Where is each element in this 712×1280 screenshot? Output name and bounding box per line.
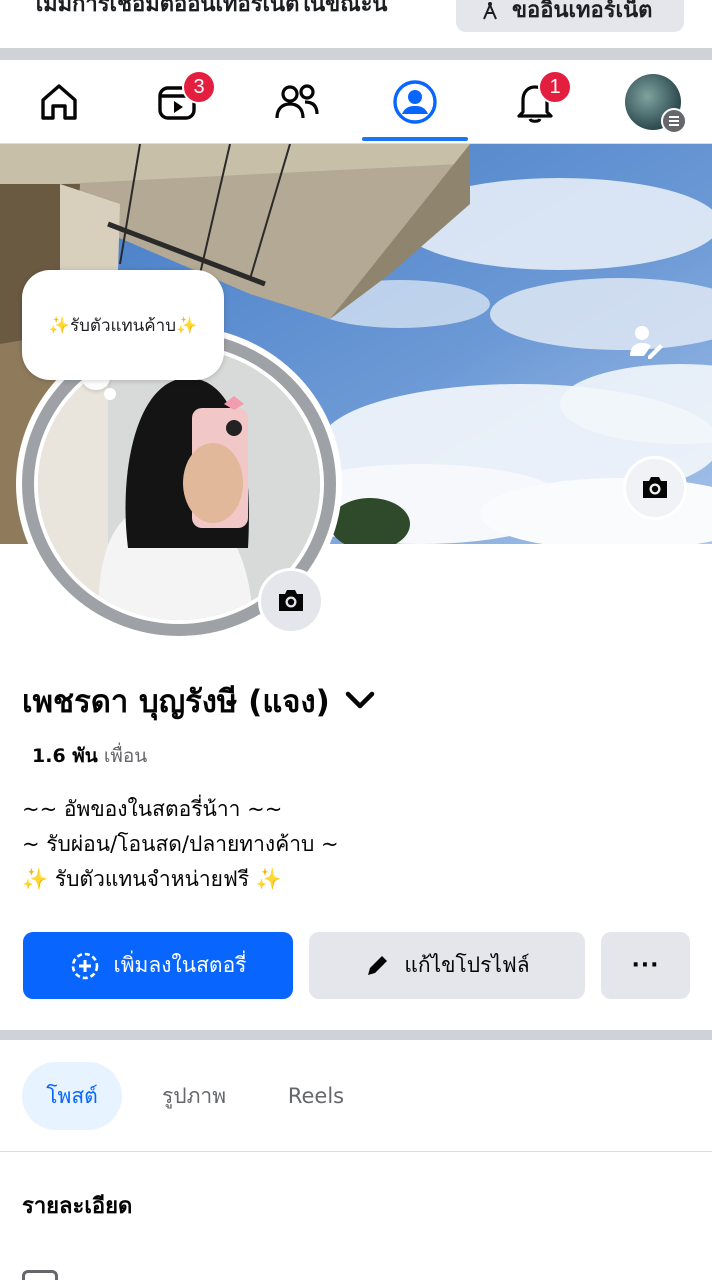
tab-posts[interactable]: โพสต์ (22, 1062, 122, 1130)
add-to-story-label: เพิ่มลงในสตอรี่ (113, 953, 247, 977)
more-dots-icon: ··· (631, 953, 660, 978)
camera-icon (643, 477, 667, 498)
tabs-divider (0, 1151, 712, 1152)
video-badge: 3 (182, 70, 216, 104)
notification-badge: 1 (538, 70, 572, 104)
friends-icon (275, 84, 319, 119)
nav-friends[interactable] (244, 60, 350, 144)
profile-name: เพชรดา บุญรังษี (แจง) (22, 684, 330, 720)
profile-bio: ~~ อัพของในสตอรี่น้าา ~~ ~ รับผ่อน/โอนสด… (22, 792, 339, 897)
bio-line: ~ รับผ่อน/โอนสด/ปลายทางค้าบ ~ (22, 832, 339, 856)
profile-note[interactable]: ✨รับตัวแทนค้าบ✨ (22, 270, 224, 380)
more-options-button[interactable]: ··· (601, 932, 690, 999)
section-divider (0, 48, 712, 60)
nav-home[interactable] (6, 60, 112, 144)
nav-active-indicator (362, 137, 468, 141)
home-icon (41, 84, 77, 120)
tab-photos[interactable]: รูปภาพ (146, 1062, 242, 1130)
offline-message: ไม่มีการเชื่อมต่ออินเทอร์เน็ตในขณะนี้ (32, 0, 388, 17)
friends-count[interactable]: 1.6 พัน เพื่อน (32, 741, 147, 771)
bio-line: ~~ อัพของในสตอรี่น้าา ~~ (22, 797, 283, 821)
profile-icon (393, 80, 437, 124)
note-bubble-dot (104, 388, 116, 400)
bio-line: ✨ รับตัวแทนจำหน่ายฟรี ✨ (22, 867, 282, 891)
details-item-icon (22, 1270, 58, 1280)
request-internet-label: ขออินเทอร์เน็ต (512, 0, 653, 23)
edit-profile-button[interactable]: แก้ไขโปรไฟล์ (309, 932, 585, 999)
cover-camera-button[interactable] (623, 456, 687, 520)
avatar-camera-button[interactable] (258, 568, 324, 634)
offline-banner: ไม่มีการเชื่อมต่ออินเทอร์เน็ตในขณะนี้ ขอ… (0, 0, 712, 48)
nav-menu[interactable] (600, 60, 706, 144)
add-to-story-button[interactable]: เพิ่มลงในสตอรี่ (23, 932, 293, 999)
antenna-icon (483, 2, 497, 20)
edit-profile-label: แก้ไขโปรไฟล์ (404, 953, 530, 977)
tab-reels[interactable]: Reels (270, 1062, 362, 1130)
edit-avatar-icon[interactable] (628, 324, 664, 364)
friends-number: 1.6 พัน (32, 745, 98, 767)
pencil-icon (368, 955, 388, 975)
top-nav: 3 1 (0, 60, 712, 144)
profile-name-row[interactable]: เพชรดา บุญรังษี (แจง) (22, 676, 376, 726)
menu-lines-icon (661, 108, 687, 134)
nav-notifications[interactable]: 1 (482, 60, 588, 144)
nav-profile[interactable] (362, 60, 468, 144)
camera-icon (279, 590, 303, 611)
avatar-menu-icon (625, 74, 687, 134)
nav-video[interactable]: 3 (124, 60, 230, 144)
section-divider (0, 1030, 712, 1040)
friends-label: เพื่อน (103, 745, 148, 767)
chevron-down-icon[interactable] (344, 690, 376, 712)
details-title: รายละเอียด (22, 1194, 133, 1219)
request-internet-button[interactable]: ขออินเทอร์เน็ต (456, 0, 684, 32)
add-circle-icon (71, 952, 98, 979)
